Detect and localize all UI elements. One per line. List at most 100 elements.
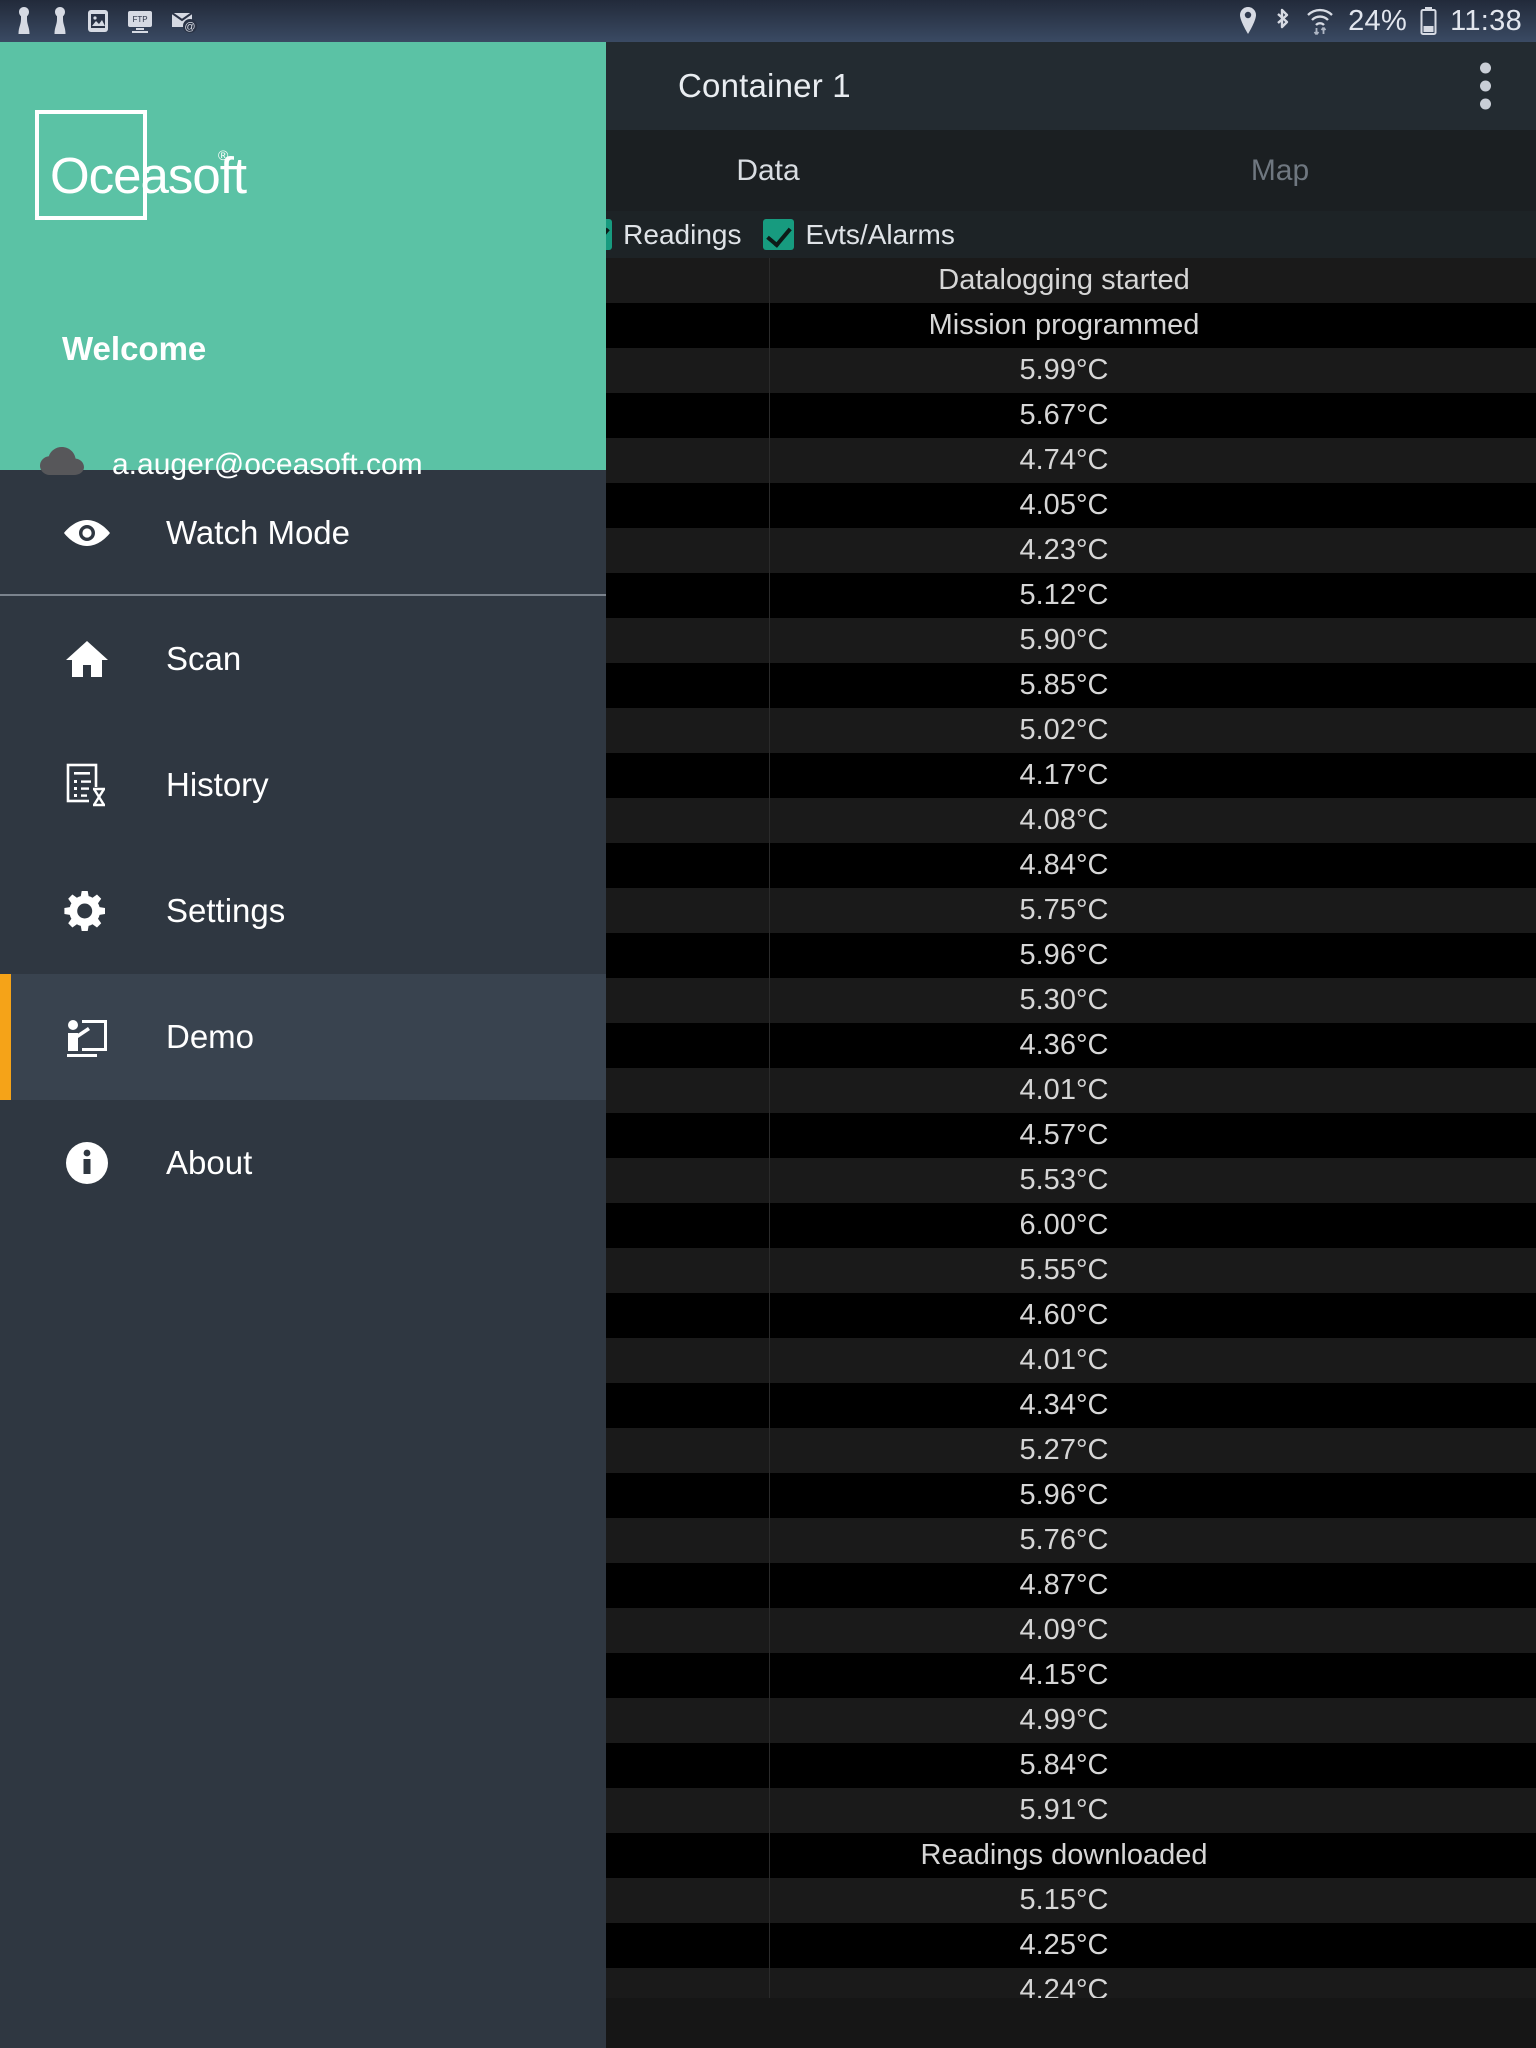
table-cell-time bbox=[606, 798, 770, 843]
table-cell-value: 5.76°C bbox=[1019, 1524, 1109, 1556]
home-icon bbox=[60, 635, 114, 683]
app-root: FTP @ 24% 11:38 Container 1 Data Map Rea… bbox=[0, 0, 1536, 2048]
table-cell-value: 4.84°C bbox=[1019, 849, 1109, 881]
table-cell-value: 4.17°C bbox=[1019, 759, 1109, 791]
overflow-menu-icon[interactable] bbox=[1478, 62, 1492, 110]
gear-icon bbox=[60, 887, 114, 935]
sidebar-item-about[interactable]: About bbox=[0, 1100, 606, 1226]
table-cell-time bbox=[606, 1248, 770, 1293]
table-cell-time bbox=[606, 1158, 770, 1203]
table-cell-time bbox=[606, 933, 770, 978]
table-cell-value: 5.99°C bbox=[1019, 354, 1109, 386]
sidebar-item-history[interactable]: History bbox=[0, 722, 606, 848]
history-document-icon bbox=[60, 761, 114, 809]
table-cell-time bbox=[606, 1968, 770, 1998]
table-cell-time bbox=[606, 483, 770, 528]
table-cell-time bbox=[606, 1788, 770, 1833]
table-cell-value: 4.05°C bbox=[1019, 489, 1109, 521]
table-cell-value: 4.36°C bbox=[1019, 1029, 1109, 1061]
table-cell-value: 5.91°C bbox=[1019, 1794, 1109, 1826]
table-cell-value: 5.15°C bbox=[1019, 1884, 1109, 1916]
table-cell-time bbox=[606, 708, 770, 753]
table-cell-time bbox=[606, 1113, 770, 1158]
table-cell-time bbox=[606, 1653, 770, 1698]
table-cell-value: 4.25°C bbox=[1019, 1929, 1109, 1961]
table-cell-time bbox=[606, 348, 770, 393]
table-cell-value: 4.60°C bbox=[1019, 1299, 1109, 1331]
sidebar-item-label: Settings bbox=[166, 892, 286, 929]
table-cell-value: 5.55°C bbox=[1019, 1254, 1109, 1286]
status-bar: FTP @ 24% 11:38 bbox=[0, 0, 1536, 42]
table-cell-time bbox=[606, 1833, 770, 1878]
page-title: Container 1 bbox=[678, 67, 851, 104]
image-icon bbox=[86, 7, 110, 35]
welcome-heading: Welcome bbox=[62, 330, 207, 367]
table-cell-time bbox=[606, 1923, 770, 1968]
table-cell-value: 6.00°C bbox=[1019, 1209, 1109, 1241]
events-alarms-checkbox[interactable] bbox=[763, 219, 795, 250]
table-cell-time bbox=[606, 753, 770, 798]
battery-percent-label: 24% bbox=[1348, 4, 1408, 37]
table-cell-time bbox=[606, 1338, 770, 1383]
status-bar-left-icons: FTP @ bbox=[14, 6, 198, 36]
table-cell-value: 4.57°C bbox=[1019, 1119, 1109, 1151]
table-cell-time bbox=[606, 528, 770, 573]
table-cell-value: 5.96°C bbox=[1019, 1479, 1109, 1511]
table-cell-time bbox=[606, 1203, 770, 1248]
mail-at-icon: @ bbox=[170, 7, 198, 35]
table-cell-value: 5.53°C bbox=[1019, 1164, 1109, 1196]
table-cell-value: 4.34°C bbox=[1019, 1389, 1109, 1421]
sidebar-item-label: Watch Mode bbox=[166, 514, 351, 551]
table-cell-time bbox=[606, 1383, 770, 1428]
table-cell-value: 5.12°C bbox=[1019, 579, 1109, 611]
table-cell-value: Datalogging started bbox=[938, 264, 1190, 296]
table-cell-time bbox=[606, 393, 770, 438]
table-cell-value: 5.67°C bbox=[1019, 399, 1109, 431]
table-cell-value: 4.24°C bbox=[1019, 1974, 1109, 1998]
sidebar-item-settings[interactable]: Settings bbox=[0, 848, 606, 974]
sidebar-item-demo[interactable]: Demo bbox=[0, 974, 606, 1100]
table-cell-time bbox=[606, 1473, 770, 1518]
readings-label: Readings bbox=[623, 218, 742, 250]
table-cell-value: 5.75°C bbox=[1019, 894, 1109, 926]
battery-icon bbox=[1420, 6, 1437, 36]
wifi-transfer-icon bbox=[1305, 6, 1335, 36]
sidebar-item-watch-mode[interactable]: Watch Mode bbox=[0, 470, 606, 596]
table-cell-value: 4.99°C bbox=[1019, 1704, 1109, 1736]
table-cell-value: 4.74°C bbox=[1019, 444, 1109, 476]
person-icon bbox=[50, 6, 70, 36]
table-cell-time bbox=[606, 663, 770, 708]
table-cell-value: 4.09°C bbox=[1019, 1614, 1109, 1646]
table-cell-value: 5.84°C bbox=[1019, 1749, 1109, 1781]
table-cell-value: 5.96°C bbox=[1019, 939, 1109, 971]
drawer-header: Oceasoft ® Welcome a.auger@oceasoft.com bbox=[0, 42, 606, 481]
table-cell-time bbox=[606, 1563, 770, 1608]
table-cell-time bbox=[606, 573, 770, 618]
sidebar-item-scan[interactable]: Scan bbox=[0, 596, 606, 722]
sidebar-item-label: Demo bbox=[166, 1018, 255, 1055]
table-cell-time bbox=[606, 888, 770, 933]
sidebar-item-label: Scan bbox=[166, 640, 242, 677]
filter-events-alarms[interactable]: Evts/Alarms bbox=[763, 218, 955, 251]
tab-map[interactable]: Map bbox=[1024, 154, 1536, 188]
navigation-drawer: Oceasoft ® Welcome a.auger@oceasoft.com … bbox=[0, 42, 606, 2048]
oceasoft-logo-trademark: ® bbox=[218, 147, 229, 163]
table-cell-time bbox=[606, 1293, 770, 1338]
table-cell-time bbox=[606, 303, 770, 348]
table-cell-value: 5.27°C bbox=[1019, 1434, 1109, 1466]
svg-text:FTP: FTP bbox=[132, 15, 147, 24]
table-cell-value: 5.02°C bbox=[1019, 714, 1109, 746]
oceasoft-logo-text: Oceasoft bbox=[50, 147, 247, 204]
table-cell-value: 4.87°C bbox=[1019, 1569, 1109, 1601]
table-cell-time bbox=[606, 1608, 770, 1653]
location-pin-icon bbox=[1237, 6, 1259, 36]
eye-icon bbox=[60, 509, 114, 557]
bluetooth-icon bbox=[1272, 6, 1292, 36]
events-alarms-label: Evts/Alarms bbox=[805, 218, 955, 250]
table-cell-time bbox=[606, 1068, 770, 1113]
presentation-icon bbox=[60, 1013, 114, 1061]
person-icon bbox=[14, 6, 34, 36]
table-cell-value: 4.01°C bbox=[1019, 1074, 1109, 1106]
drawer-menu: Watch Mode Scan History Settings Demo About bbox=[0, 470, 606, 1226]
sidebar-item-label: About bbox=[166, 1144, 253, 1181]
